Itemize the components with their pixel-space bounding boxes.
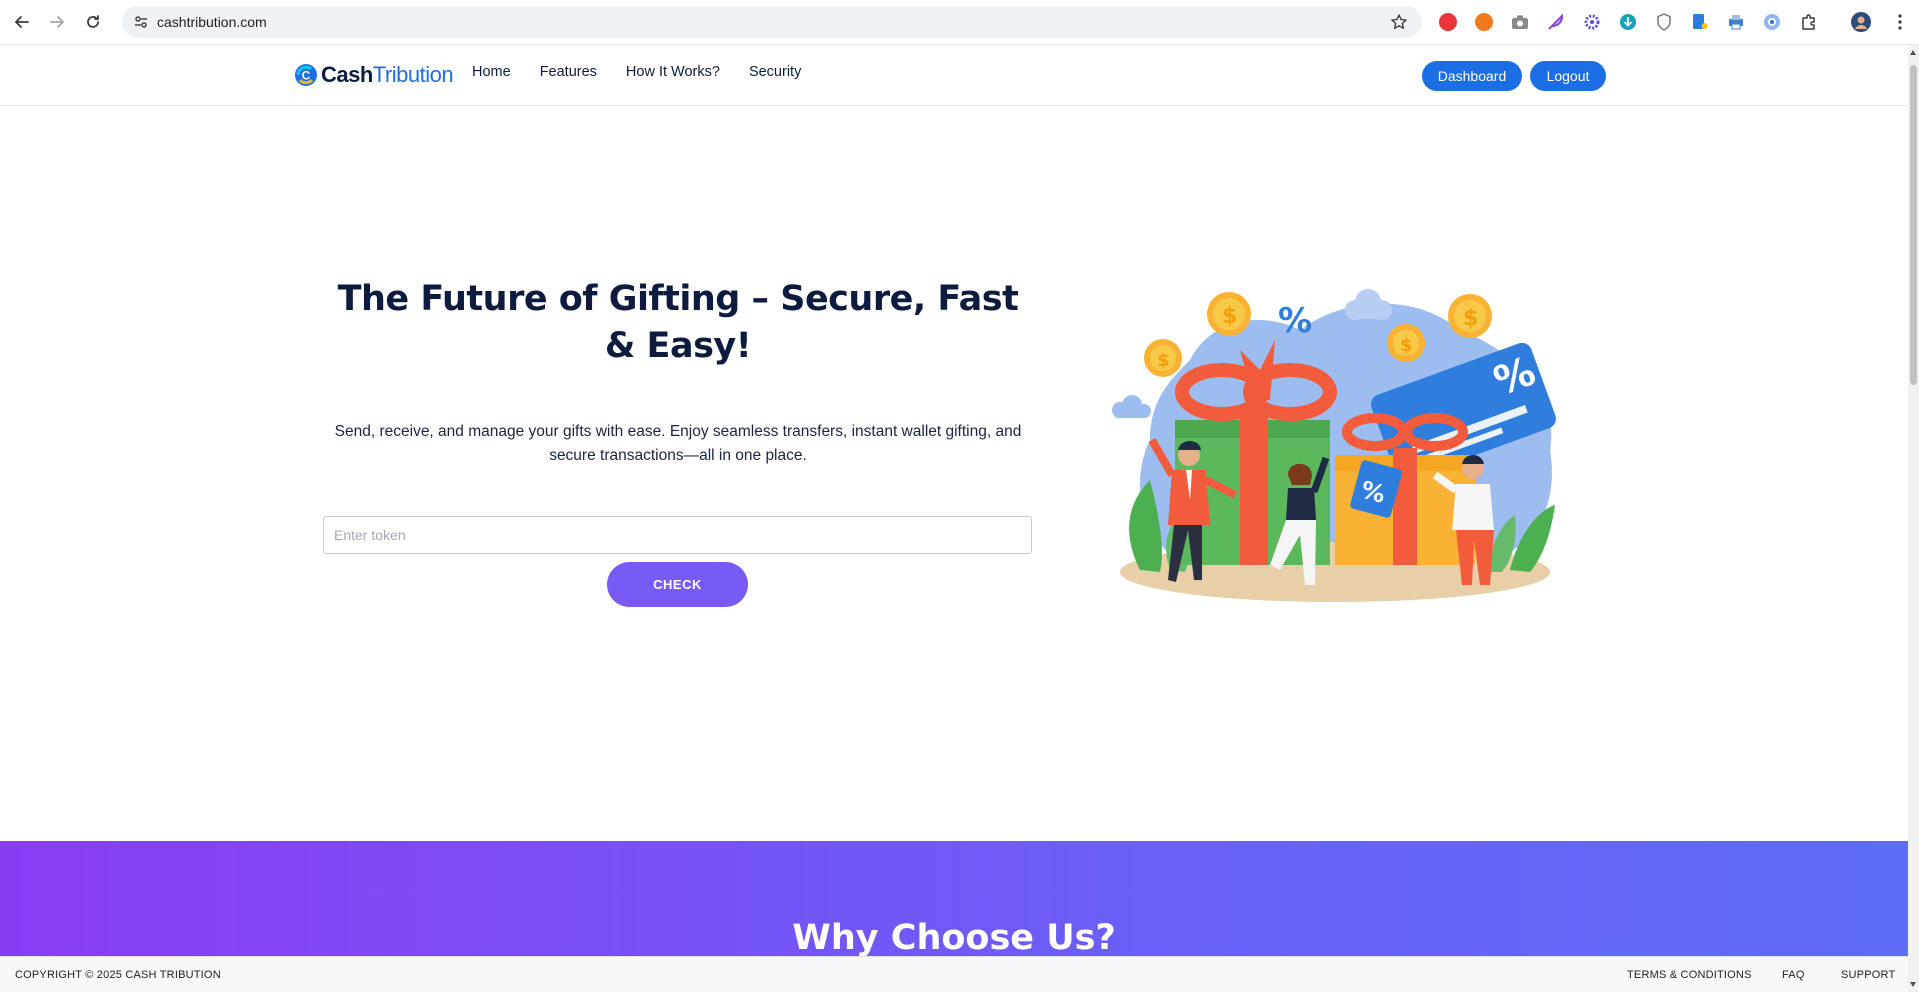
adblock-extension-icon[interactable] — [1438, 12, 1458, 32]
hero-subtitle: Send, receive, and manage your gifts wit… — [334, 423, 1022, 464]
back-arrow-icon[interactable] — [11, 11, 33, 33]
logo-text-bold: Cash — [321, 62, 373, 87]
main-nav: Home Features How It Works? Security — [472, 64, 830, 80]
browser-toolbar: cashtribution.com — [0, 0, 1919, 45]
profile-avatar[interactable] — [1851, 12, 1871, 32]
download-extension-icon[interactable] — [1618, 12, 1638, 32]
gifting-illustration: % % $ $ $ $ % — [1110, 280, 1570, 610]
site-header: C CashTribution Home Features How It Wor… — [0, 45, 1908, 106]
check-button[interactable]: CHECK — [607, 562, 748, 607]
svg-text:$: $ — [1400, 335, 1413, 356]
orange-extension-icon[interactable] — [1474, 12, 1494, 32]
site-footer: COPYRIGHT © 2025 CASH TRIBUTION TERMS & … — [0, 956, 1908, 992]
why-title: Why Choose Us? — [792, 918, 1116, 956]
star-icon[interactable] — [1390, 13, 1408, 36]
svg-text:$: $ — [1157, 350, 1170, 371]
shield-extension-icon[interactable] — [1654, 12, 1674, 32]
gear-extension-icon[interactable] — [1582, 12, 1602, 32]
printer-extension-icon[interactable] — [1726, 12, 1746, 32]
footer-support-link[interactable]: SUPPORT — [1841, 969, 1895, 981]
target-extension-icon[interactable] — [1762, 12, 1782, 32]
why-choose-us-section: Why Choose Us? — [0, 841, 1908, 956]
reload-icon[interactable] — [82, 11, 104, 33]
brand-logo[interactable]: C CashTribution — [294, 59, 454, 91]
camera-extension-icon[interactable] — [1510, 12, 1530, 32]
footer-copyright: COPYRIGHT © 2025 CASH TRIBUTION — [15, 969, 221, 981]
logo-mark-icon: C — [294, 63, 318, 87]
nav-security[interactable]: Security — [749, 64, 801, 80]
coin-icon: $ — [1207, 292, 1251, 336]
svg-text:$: $ — [1222, 304, 1237, 329]
nav-features[interactable]: Features — [540, 64, 597, 80]
logo-text-thin: Tribution — [372, 62, 454, 87]
scroll-thumb[interactable] — [1910, 65, 1917, 385]
hero-title: The Future of Gifting – Secure, Fast & E… — [337, 279, 1019, 366]
feather-extension-icon[interactable] — [1546, 12, 1566, 32]
site-info-icon[interactable] — [133, 14, 149, 35]
percent-icon: % — [1278, 301, 1312, 341]
logout-button[interactable]: Logout — [1530, 61, 1606, 91]
forward-arrow-icon[interactable] — [46, 11, 68, 33]
kebab-menu-icon[interactable] — [1890, 12, 1910, 32]
footer-terms-link[interactable]: TERMS & CONDITIONS — [1627, 969, 1752, 981]
page-scrollbar[interactable] — [1908, 45, 1919, 992]
svg-text:$: $ — [1463, 306, 1478, 331]
url-text: cashtribution.com — [157, 14, 267, 30]
puzzle-icon[interactable] — [1799, 12, 1819, 32]
doc-extension-icon[interactable] — [1690, 12, 1710, 32]
cloud-icon — [1112, 395, 1151, 418]
footer-faq-link[interactable]: FAQ — [1782, 969, 1805, 981]
dashboard-button[interactable]: Dashboard — [1422, 61, 1522, 91]
svg-text:C: C — [302, 69, 311, 83]
nav-home[interactable]: Home — [472, 64, 511, 80]
scroll-up-icon[interactable] — [1910, 50, 1916, 55]
nav-how-it-works[interactable]: How It Works? — [626, 64, 720, 80]
token-input[interactable] — [323, 516, 1032, 554]
scroll-down-icon[interactable] — [1910, 982, 1916, 987]
address-bar[interactable]: cashtribution.com — [122, 6, 1422, 38]
